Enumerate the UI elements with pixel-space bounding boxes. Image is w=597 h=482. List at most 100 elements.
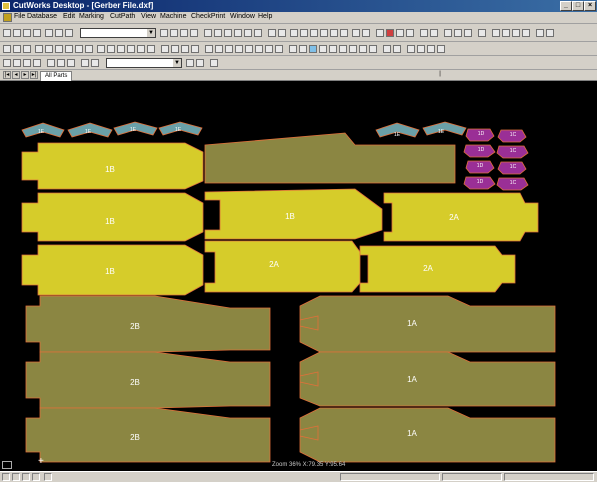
view-select[interactable]: ▼	[106, 58, 182, 68]
color-icon[interactable]	[23, 59, 31, 67]
ruler-icon[interactable]	[67, 59, 75, 67]
dimension-icon[interactable]	[191, 45, 199, 53]
zoom-all-icon[interactable]	[320, 29, 328, 37]
redraw-icon[interactable]	[340, 29, 348, 37]
unlink-icon[interactable]	[137, 45, 145, 53]
layer-icon[interactable]	[13, 59, 21, 67]
fillet-icon[interactable]	[255, 45, 263, 53]
direction-icon[interactable]	[417, 45, 425, 53]
tab-scroll-prev-icon[interactable]: ◂	[12, 71, 20, 79]
feed-icon[interactable]	[210, 59, 218, 67]
menu-database[interactable]: Database	[27, 13, 57, 20]
pattern-piece-panel[interactable]	[299, 295, 556, 353]
view-icon[interactable]	[3, 59, 11, 67]
last-icon[interactable]	[369, 45, 377, 53]
pattern-piece-panel[interactable]	[25, 407, 271, 463]
menu-marking[interactable]: Marking	[79, 13, 104, 20]
drawing-canvas[interactable]: 1E 1E 1E 1E 1E 1E 1D 1D 1D 1D 1C 1C 1C 1C 1B 1B 1B 1B 2A 2A…	[0, 81, 597, 471]
undo-icon[interactable]	[160, 29, 168, 37]
copy-icon[interactable]	[55, 29, 63, 37]
lead-in-icon[interactable]	[427, 45, 435, 53]
zoom-window-icon[interactable]	[310, 29, 318, 37]
layer-select[interactable]: ▼	[80, 28, 156, 38]
material-icon[interactable]	[196, 59, 204, 67]
layers-icon[interactable]	[454, 29, 462, 37]
menu-window[interactable]: Window	[230, 13, 255, 20]
tab-scroll-first-icon[interactable]: |◂	[3, 71, 11, 79]
print-icon[interactable]	[33, 29, 41, 37]
save-icon[interactable]	[23, 29, 31, 37]
sequence-icon[interactable]	[117, 45, 125, 53]
bridge-icon[interactable]	[147, 45, 155, 53]
pattern-piece-panel[interactable]	[299, 351, 556, 407]
rotate-icon[interactable]	[362, 29, 370, 37]
extend-icon[interactable]	[225, 45, 233, 53]
zoom-out-icon[interactable]	[300, 29, 308, 37]
settings-icon[interactable]	[464, 29, 472, 37]
lead-out-icon[interactable]	[437, 45, 445, 53]
tool-icon[interactable]	[492, 29, 500, 37]
menu-view[interactable]: View	[141, 13, 156, 20]
pattern-piece-panel[interactable]	[383, 192, 539, 242]
highlight-icon[interactable]	[309, 45, 317, 53]
join-icon[interactable]	[235, 45, 243, 53]
pattern-piece-panel[interactable]	[299, 407, 556, 463]
info-icon[interactable]	[536, 29, 544, 37]
list-icon[interactable]	[55, 45, 63, 53]
tab-all-parts[interactable]: All Parts	[40, 71, 73, 81]
move-icon[interactable]	[97, 45, 105, 53]
parts-layout[interactable]: 1E 1E 1E 1E 1E 1E 1D 1D 1D 1D 1C 1C 1C 1C 1B 1B 1B 1B 2A 2A…	[0, 81, 597, 471]
snap-icon[interactable]	[289, 45, 297, 53]
prev-icon[interactable]	[349, 45, 357, 53]
new-icon[interactable]	[3, 29, 11, 37]
lock-icon[interactable]	[85, 45, 93, 53]
pen-icon[interactable]	[502, 29, 510, 37]
zoom-in-icon[interactable]	[290, 29, 298, 37]
machine-icon[interactable]	[420, 29, 428, 37]
drill-icon[interactable]	[522, 29, 530, 37]
menu-edit[interactable]: Edit	[63, 13, 75, 20]
play-icon[interactable]	[396, 29, 404, 37]
open-icon[interactable]	[13, 29, 21, 37]
cut-icon[interactable]	[45, 29, 53, 37]
stop-icon[interactable]	[386, 29, 394, 37]
pointer-icon[interactable]	[190, 29, 198, 37]
hide-icon[interactable]	[319, 45, 327, 53]
pattern-piece-panel[interactable]	[25, 351, 271, 409]
grid-toggle-icon[interactable]	[91, 59, 99, 67]
help-icon[interactable]	[478, 29, 486, 37]
properties-icon[interactable]	[45, 45, 53, 53]
redo-icon[interactable]	[170, 29, 178, 37]
rectangle-icon[interactable]	[204, 29, 212, 37]
menu-file[interactable]: File	[14, 13, 25, 20]
axis-icon[interactable]	[57, 59, 65, 67]
grid-icon[interactable]	[254, 29, 262, 37]
menu-machine[interactable]: Machine	[160, 13, 186, 20]
tab-scroll-next-icon[interactable]: ▸	[21, 71, 29, 79]
notch-icon[interactable]	[161, 45, 169, 53]
ortho-icon[interactable]	[299, 45, 307, 53]
table-icon[interactable]	[444, 29, 452, 37]
paste-icon[interactable]	[65, 29, 73, 37]
pattern-piece-panel[interactable]	[204, 132, 456, 184]
markers-icon[interactable]	[81, 59, 89, 67]
zoom-previous-icon[interactable]	[330, 29, 338, 37]
break-icon[interactable]	[245, 45, 253, 53]
step-icon[interactable]	[406, 29, 414, 37]
knife-icon[interactable]	[512, 29, 520, 37]
line-icon[interactable]	[214, 29, 222, 37]
align-left-icon[interactable]	[3, 45, 11, 53]
report-icon[interactable]	[546, 29, 554, 37]
order-icon[interactable]	[407, 45, 415, 53]
minimize-button[interactable]: _	[560, 1, 572, 11]
menu-cutpath[interactable]: CutPath	[110, 13, 135, 20]
label-icon[interactable]	[181, 45, 189, 53]
show-icon[interactable]	[329, 45, 337, 53]
arc-icon[interactable]	[224, 29, 232, 37]
mirror-icon[interactable]	[376, 29, 384, 37]
first-icon[interactable]	[339, 45, 347, 53]
tab-scroll-last-icon[interactable]: ▸|	[30, 71, 38, 79]
trim-icon[interactable]	[215, 45, 223, 53]
pattern-piece-panel[interactable]	[25, 295, 271, 353]
select-all-icon[interactable]	[35, 45, 43, 53]
